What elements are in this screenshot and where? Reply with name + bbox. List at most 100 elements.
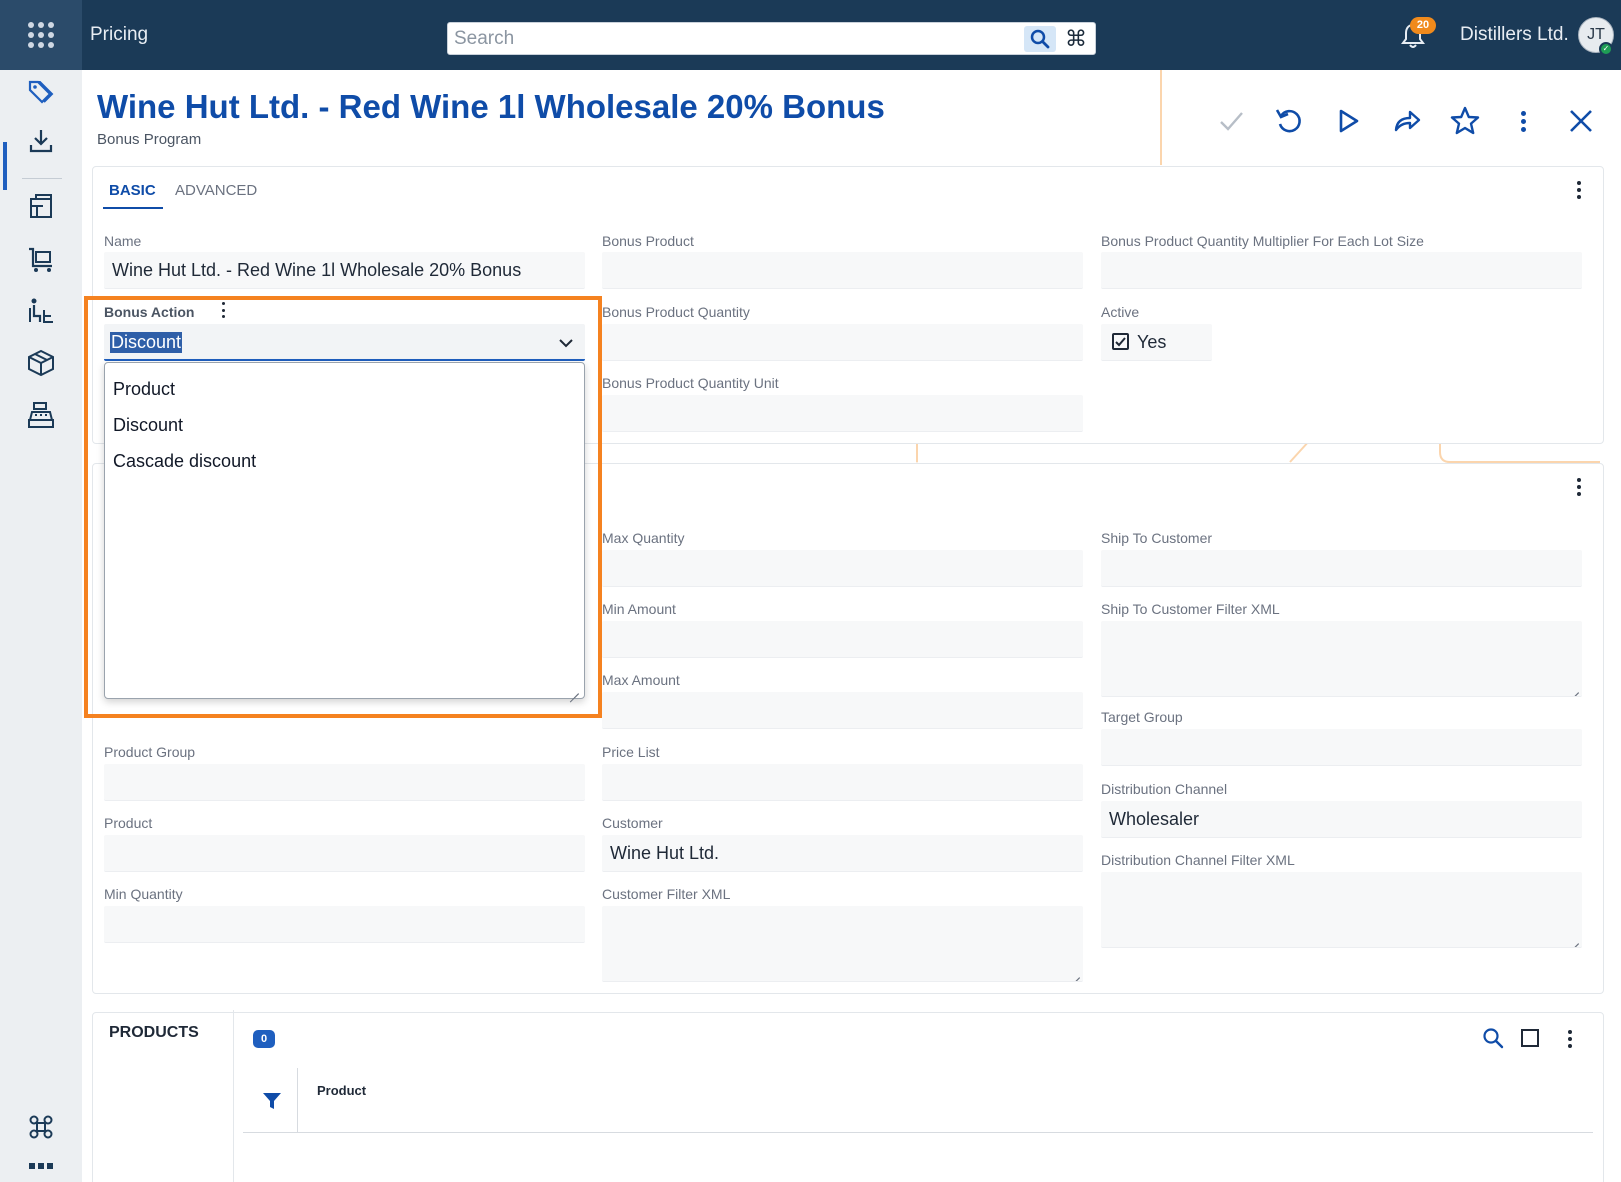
check-icon: [1115, 337, 1126, 347]
customer-filter-field[interactable]: [602, 906, 1083, 982]
grid-column-header-product[interactable]: Product: [317, 1083, 366, 1098]
filter-icon[interactable]: [261, 1090, 283, 1112]
favorite-button[interactable]: [1448, 104, 1482, 138]
forklift-icon: [29, 298, 53, 323]
share-button[interactable]: [1390, 104, 1424, 138]
nav-item-pos[interactable]: [26, 400, 56, 430]
active-checkbox[interactable]: [1112, 333, 1129, 350]
customer-label: Customer: [602, 815, 663, 831]
tab-advanced[interactable]: ADVANCED: [175, 182, 257, 199]
save-button[interactable]: [1214, 104, 1248, 138]
name-field[interactable]: Wine Hut Ltd. - Red Wine 1l Wholesale 20…: [104, 252, 585, 289]
nav-item-orders[interactable]: [26, 244, 56, 274]
price-list-field[interactable]: [602, 764, 1083, 801]
grid-header-divider: [243, 1132, 1593, 1133]
catalog-icon: [30, 194, 52, 218]
option-discount[interactable]: Discount: [109, 413, 187, 438]
search-button[interactable]: [1024, 26, 1056, 52]
product-field[interactable]: [104, 835, 585, 872]
max-amount-label: Max Amount: [602, 672, 680, 688]
name-label: Name: [104, 233, 142, 249]
price-tag-icon: [28, 80, 54, 104]
page-subtitle: Bonus Program: [97, 131, 202, 148]
page-title: Wine Hut Ltd. - Red Wine 1l Wholesale 20…: [97, 88, 885, 125]
resize-handle-icon[interactable]: [1070, 968, 1080, 978]
products-count-badge: 0: [253, 1030, 275, 1048]
online-status-icon: ✓: [1599, 42, 1613, 56]
min-amount-field[interactable]: [602, 621, 1083, 658]
criteria-card-menu-button[interactable]: [1569, 475, 1589, 499]
products-divider: [233, 1010, 234, 1182]
bonus-product-quantity-field[interactable]: [602, 324, 1083, 361]
active-label: Active: [1101, 304, 1140, 320]
tab-basic[interactable]: BASIC: [109, 182, 156, 199]
max-amount-field[interactable]: [602, 692, 1083, 729]
price-list-label: Price List: [602, 744, 660, 760]
product-label: Product: [104, 815, 153, 831]
command-icon: ⌘: [1065, 26, 1087, 52]
resize-handle-icon[interactable]: [1569, 683, 1579, 693]
nav-item-import[interactable]: [26, 126, 56, 156]
nav-item-more[interactable]: [26, 1156, 56, 1176]
ship-to-customer-field[interactable]: [1101, 550, 1582, 587]
resize-handle-icon[interactable]: [571, 686, 579, 694]
cart-icon: [29, 247, 52, 272]
search-input[interactable]: [454, 27, 1014, 51]
customer-filter-label: Customer Filter XML: [602, 886, 731, 902]
product-group-label: Product Group: [104, 744, 196, 760]
bonus-action-select[interactable]: Discount: [104, 324, 585, 361]
min-quantity-field[interactable]: [104, 906, 585, 943]
bonus-product-quantity-unit-field[interactable]: [602, 395, 1083, 432]
multiplier-label: Bonus Product Quantity Multiplier For Ea…: [1101, 233, 1424, 249]
cash-register-icon: [28, 402, 54, 428]
option-cascade-discount[interactable]: Cascade discount: [109, 449, 260, 474]
more-icon: [29, 1163, 53, 1169]
top-bar: Pricing ⌘ 20 Distillers Ltd. JT ✓: [0, 0, 1621, 70]
download-icon: [29, 130, 53, 153]
close-icon: [1570, 110, 1592, 132]
nav-item-products[interactable]: [26, 348, 56, 378]
distribution-channel-field[interactable]: Wholesaler: [1101, 801, 1582, 838]
undo-icon: [1275, 109, 1301, 133]
run-button[interactable]: [1331, 104, 1365, 138]
active-value: Yes: [1137, 332, 1167, 352]
ship-to-customer-filter-label: Ship To Customer Filter XML: [1101, 601, 1280, 617]
company-name[interactable]: Distillers Ltd.: [1460, 24, 1569, 46]
multiplier-field[interactable]: [1101, 252, 1582, 289]
search-icon: [1030, 29, 1050, 49]
products-expand-button[interactable]: [1517, 1025, 1543, 1051]
product-group-field[interactable]: [104, 764, 585, 801]
nav-item-command[interactable]: [26, 1112, 56, 1142]
distribution-channel-filter-label: Distribution Channel Filter XML: [1101, 852, 1295, 868]
bonus-action-selected-value: Discount: [110, 332, 183, 353]
more-actions-button[interactable]: [1506, 104, 1540, 138]
star-icon: [1450, 106, 1480, 135]
apps-grid-icon: [28, 22, 54, 48]
bonus-product-quantity-unit-label: Bonus Product Quantity Unit: [602, 375, 779, 391]
distribution-channel-filter-field[interactable]: [1101, 872, 1582, 948]
box-icon: [28, 349, 54, 377]
target-group-label: Target Group: [1101, 709, 1183, 725]
customer-field[interactable]: Wine Hut Ltd.: [602, 835, 1083, 872]
nav-item-catalog[interactable]: [26, 192, 56, 222]
grid-column-separator: [297, 1068, 298, 1132]
undo-button[interactable]: [1272, 104, 1306, 138]
max-quantity-field[interactable]: [602, 550, 1083, 587]
basic-card-menu-button[interactable]: [1569, 178, 1589, 202]
bonus-action-label: Bonus Action: [104, 304, 195, 320]
products-search-button[interactable]: [1480, 1025, 1506, 1051]
close-button[interactable]: [1564, 104, 1598, 138]
bonus-product-field[interactable]: [602, 252, 1083, 289]
nav-item-pricing[interactable]: [26, 76, 56, 106]
nav-item-warehouse[interactable]: [26, 296, 56, 326]
app-launcher-button[interactable]: [0, 0, 82, 70]
nav-separator: [22, 178, 62, 179]
target-group-field[interactable]: [1101, 729, 1582, 766]
products-menu-button[interactable]: [1560, 1027, 1580, 1051]
option-product[interactable]: Product: [109, 377, 179, 402]
ship-to-customer-filter-field[interactable]: [1101, 621, 1582, 697]
check-icon: [1220, 112, 1243, 131]
resize-handle-icon[interactable]: [1569, 934, 1579, 944]
command-palette-button[interactable]: ⌘: [1060, 26, 1092, 52]
bonus-action-menu-button[interactable]: [218, 302, 228, 318]
